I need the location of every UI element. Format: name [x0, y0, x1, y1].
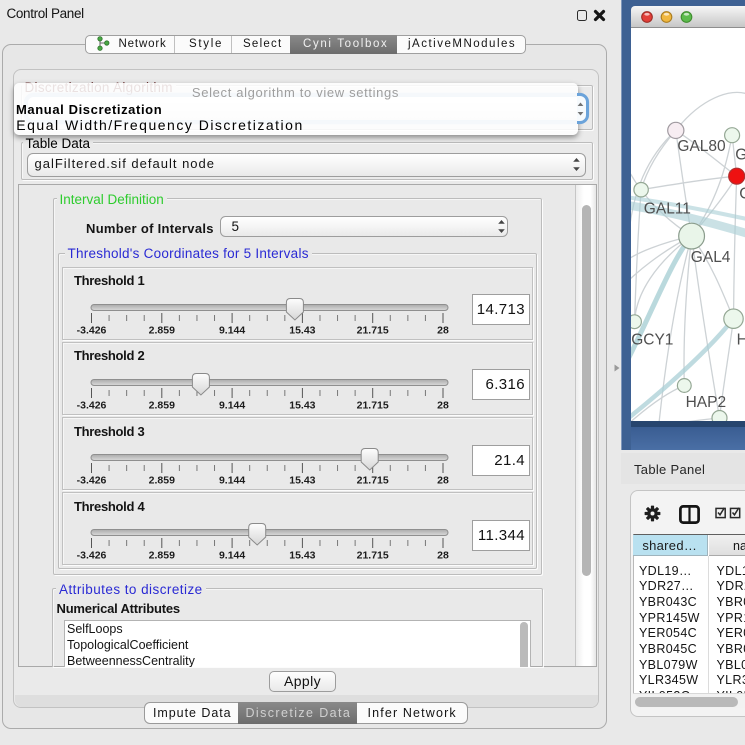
svg-text:15.43: 15.43	[289, 550, 315, 562]
svg-text:GAL80: GAL80	[677, 137, 726, 154]
svg-text:28: 28	[437, 550, 449, 562]
svg-text:-3.426: -3.426	[76, 324, 106, 336]
svg-text:2.859: 2.859	[148, 550, 174, 562]
svg-text:2.859: 2.859	[148, 324, 174, 336]
svg-text:-3.426: -3.426	[76, 399, 106, 411]
svg-text:-3.426: -3.426	[76, 550, 106, 562]
svg-text:15.43: 15.43	[289, 399, 315, 411]
svg-text:2.859: 2.859	[148, 399, 174, 411]
svg-text:15.43: 15.43	[289, 475, 315, 487]
svg-text:9.144: 9.144	[218, 475, 244, 487]
svg-text:C: C	[739, 185, 745, 202]
svg-text:H: H	[736, 331, 745, 348]
svg-text:HAP2: HAP2	[685, 394, 726, 411]
svg-text:GCY1: GCY1	[631, 331, 673, 348]
svg-text:28: 28	[437, 475, 449, 487]
svg-text:21.715: 21.715	[356, 475, 388, 487]
svg-text:GA: GA	[735, 146, 745, 163]
svg-text:GAL11: GAL11	[643, 200, 690, 217]
svg-text:-3.426: -3.426	[76, 475, 106, 487]
svg-text:GAL4: GAL4	[690, 248, 730, 265]
svg-text:9.144: 9.144	[218, 324, 244, 336]
svg-text:15.43: 15.43	[289, 324, 315, 336]
svg-text:9.144: 9.144	[218, 550, 244, 562]
svg-text:2.859: 2.859	[148, 475, 174, 487]
svg-text:9.144: 9.144	[218, 399, 244, 411]
svg-text:28: 28	[437, 399, 449, 411]
svg-text:21.715: 21.715	[356, 324, 388, 336]
svg-text:21.715: 21.715	[356, 399, 388, 411]
svg-text:28: 28	[437, 324, 449, 336]
svg-text:21.715: 21.715	[356, 550, 388, 562]
